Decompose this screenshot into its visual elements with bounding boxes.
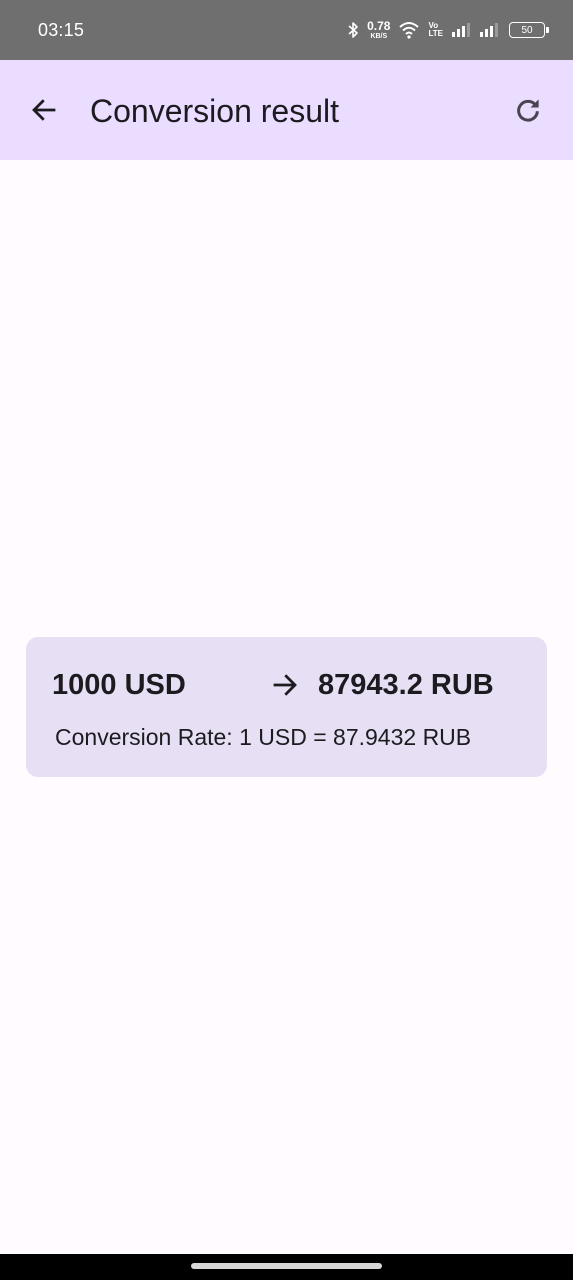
bluetooth-icon: [347, 21, 359, 39]
status-bar: 03:15 0.78 KB/S Vo LTE 50: [0, 0, 573, 60]
home-indicator[interactable]: [191, 1263, 382, 1269]
network-speed-unit: KB/S: [370, 33, 388, 40]
signal-icon: [479, 22, 501, 38]
network-speed-value: 0.78: [367, 19, 391, 33]
battery-level: 50: [521, 24, 533, 36]
status-icons: 0.78 KB/S Vo LTE 50: [347, 20, 549, 40]
battery-icon: 50: [509, 22, 549, 38]
conversion-rate-text: Conversion Rate: 1 USD = 87.9432 RUB: [55, 724, 472, 750]
network-speed: 0.78 KB/S: [367, 20, 390, 40]
arrow-left-icon: [32, 99, 56, 121]
back-button[interactable]: [22, 88, 66, 132]
from-amount: 1000 USD: [52, 669, 186, 701]
to-amount: 87943.2 RUB: [318, 669, 494, 701]
page-title: Conversion result: [90, 93, 339, 129]
volte-badge: Vo LTE: [428, 22, 443, 38]
refresh-button[interactable]: [506, 88, 550, 132]
arrow-right-icon: [273, 674, 297, 696]
app-bar: Conversion result: [0, 60, 573, 160]
volte-bottom: LTE: [428, 29, 443, 38]
refresh-icon: [517, 99, 539, 122]
system-nav-bar: [0, 1254, 573, 1280]
conversion-result-card: 1000 USD 87943.2 RUB Conversion Rate: 1 …: [26, 637, 547, 777]
status-time: 03:15: [38, 19, 85, 40]
signal-icon: [451, 22, 471, 38]
wifi-icon: [398, 21, 420, 39]
